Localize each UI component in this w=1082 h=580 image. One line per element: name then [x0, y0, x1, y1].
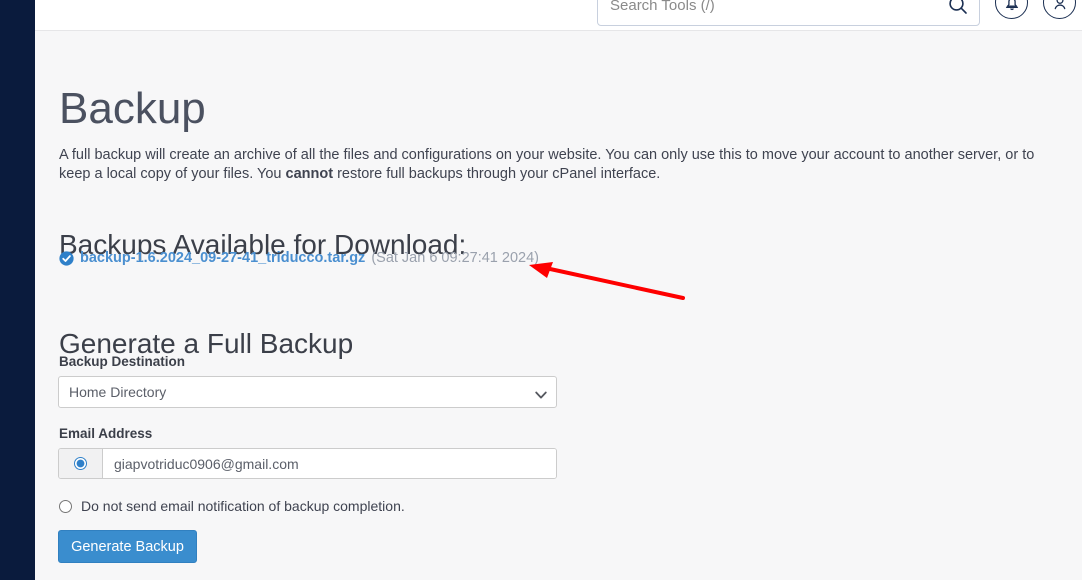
backup-destination-select[interactable]: Home Directory: [58, 376, 557, 408]
backup-download-link[interactable]: backup-1.6.2024_09-27-41_triducco.tar.gz: [80, 250, 365, 266]
page-title: Backup: [59, 84, 206, 134]
email-input-group: [58, 448, 557, 479]
intro-paragraph: A full backup will create an archive of …: [59, 146, 1059, 184]
email-input[interactable]: [103, 449, 556, 478]
no-email-radio[interactable]: [59, 499, 72, 513]
backup-destination-label: Backup Destination: [59, 354, 186, 369]
sidebar-rail: [0, 0, 35, 580]
account-button[interactable]: [1043, 0, 1076, 19]
email-radio-addon[interactable]: [59, 449, 103, 478]
top-header: [35, 0, 1082, 31]
no-email-row[interactable]: Do not send email notification of backup…: [59, 498, 405, 514]
search-icon[interactable]: [947, 0, 969, 16]
backup-file-row: backup-1.6.2024_09-27-41_triducco.tar.gz…: [59, 250, 539, 266]
search-input[interactable]: [598, 0, 938, 25]
intro-text-part2: restore full backups through your cPanel…: [333, 165, 661, 182]
no-email-label: Do not send email notification of backup…: [81, 498, 405, 514]
backup-date: (Sat Jan 6 09:27:41 2024): [371, 250, 539, 266]
intro-text-emphasis: cannot: [285, 165, 334, 182]
email-address-label: Email Address: [59, 426, 153, 441]
search-box[interactable]: [597, 0, 980, 26]
check-circle-icon: [59, 250, 74, 266]
generate-backup-button[interactable]: Generate Backup: [58, 530, 197, 563]
main-content: Backup A full backup will create an arch…: [35, 31, 1082, 580]
notifications-button[interactable]: [995, 0, 1028, 19]
send-email-radio[interactable]: [74, 457, 87, 470]
